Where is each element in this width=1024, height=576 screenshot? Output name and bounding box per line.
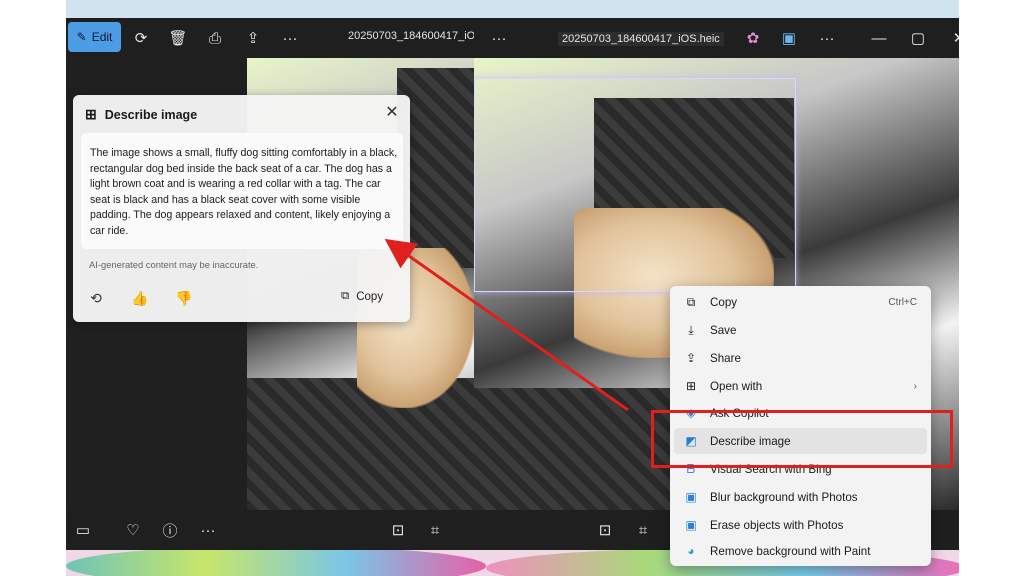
annotation-arrow	[384, 238, 629, 412]
